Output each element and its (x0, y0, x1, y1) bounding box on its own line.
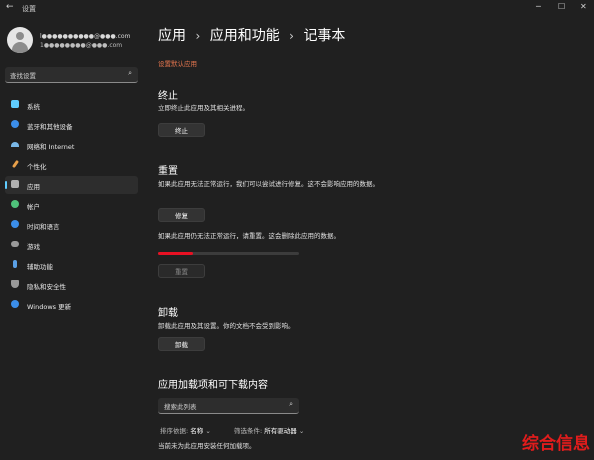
search-icon[interactable]: ⌕ (289, 400, 293, 409)
account-email: 1●●●●●●●●@●●●.com (40, 42, 123, 49)
addons-empty-message: 当前未为此应用安装任何加载项。 (158, 442, 256, 450)
account-name: l●●●●●●●●●●@●●●.com (40, 33, 131, 40)
sort-value: 名称 (190, 427, 204, 435)
sidebar-item-label: 应用 (27, 183, 40, 191)
sidebar-item-bluetooth[interactable]: 蓝牙和其他设备 (5, 116, 138, 134)
sidebar-item-label: 时间和语言 (27, 223, 60, 231)
reset-description: 如果此应用仍无法正常运行，请重置。这会删除此应用的数据。 (158, 232, 340, 240)
terminate-heading: 终止 (158, 91, 178, 102)
window-title: 设置 (22, 5, 36, 13)
avatar[interactable] (7, 27, 33, 53)
breadcrumb: 应用 › 应用和功能 › 记事本 (158, 25, 350, 45)
update-icon (11, 300, 19, 308)
bluetooth-icon (11, 120, 19, 128)
progress-fill (158, 252, 194, 255)
sidebar-item-apps[interactable]: 应用 (5, 176, 138, 194)
breadcrumb-apps-features[interactable]: 应用和功能 (210, 28, 280, 44)
sidebar-item-label: 帐户 (27, 203, 40, 211)
clock-globe-icon (11, 220, 19, 228)
sidebar-item-label: 隐私和安全性 (27, 283, 66, 291)
filter-dropdown[interactable]: 筛选条件: 所有驱动器 ⌄ (234, 425, 304, 435)
sidebar-item-time-language[interactable]: 时间和语言 (5, 216, 138, 234)
watermark: 综合信息 (522, 434, 590, 454)
search-icon[interactable]: ⌕ (128, 69, 132, 78)
breadcrumb-apps[interactable]: 应用 (158, 28, 186, 44)
addons-search-input[interactable]: 搜索此列表 ⌕ (158, 398, 299, 414)
monitor-icon (11, 100, 19, 108)
wifi-icon (11, 142, 19, 147)
chevron-down-icon: ⌄ (298, 427, 305, 435)
addons-heading: 应用加载项和可下载内容 (158, 380, 268, 391)
reset-heading: 重置 (158, 166, 178, 177)
active-indicator (5, 181, 7, 189)
sidebar-item-gaming[interactable]: 游戏 (5, 236, 138, 254)
avatar-head-icon (16, 32, 24, 40)
repair-description: 如果此应用无法正常运行，我们可以尝试进行修复。这不会影响应用的数据。 (158, 180, 379, 188)
sidebar-item-privacy[interactable]: 隐私和安全性 (5, 276, 138, 294)
back-arrow-icon[interactable]: ← (6, 2, 14, 12)
chevron-right-icon: › (289, 29, 294, 43)
accessibility-icon (13, 260, 17, 268)
addons-search-placeholder: 搜索此列表 (164, 403, 197, 411)
sidebar-item-personalization[interactable]: 个性化 (5, 156, 138, 174)
sidebar-item-label: 系统 (27, 103, 40, 111)
terminate-button[interactable]: 终止 (158, 123, 205, 137)
uninstall-button[interactable]: 卸载 (158, 337, 205, 351)
sidebar-item-network[interactable]: 网络和 Internet (5, 136, 138, 154)
apps-icon (11, 180, 19, 188)
avatar-body-icon (12, 42, 28, 53)
minimize-icon[interactable]: ─ (536, 2, 541, 11)
gamepad-icon (11, 241, 19, 247)
maximize-icon[interactable]: ☐ (558, 2, 565, 11)
close-icon[interactable]: ✕ (580, 2, 587, 11)
account-icon (11, 200, 19, 208)
sidebar-item-windows-update[interactable]: Windows 更新 (5, 296, 138, 314)
brush-icon (11, 159, 20, 169)
page-title: 记事本 (303, 28, 346, 44)
settings-search-input[interactable]: 查找设置 ⌕ (5, 67, 138, 83)
chevron-down-icon: ⌄ (205, 427, 211, 435)
uninstall-description: 卸载此应用及其设置。你的文档不会受到影响。 (158, 322, 295, 330)
sidebar-item-accessibility[interactable]: 辅助功能 (5, 256, 138, 274)
uninstall-heading: 卸载 (158, 308, 178, 319)
terminate-description: 立即终止此应用及其相关进程。 (158, 104, 249, 112)
sort-dropdown[interactable]: 排序依据: 名称 ⌄ (160, 425, 211, 435)
sidebar-item-label: 游戏 (27, 243, 40, 251)
sidebar-item-system[interactable]: 系统 (5, 96, 138, 114)
reset-progress-bar (158, 252, 299, 255)
settings-search-placeholder: 查找设置 (10, 72, 36, 80)
filter-label: 筛选条件: (234, 427, 263, 435)
sidebar-item-accounts[interactable]: 帐户 (5, 196, 138, 214)
sidebar-item-label: 网络和 Internet (27, 143, 75, 151)
sidebar-item-label: 辅助功能 (27, 263, 53, 271)
sort-label: 排序依据: (160, 427, 189, 435)
sidebar-item-label: 个性化 (27, 163, 47, 171)
chevron-right-icon: › (195, 29, 201, 43)
reset-button[interactable]: 重置 (158, 264, 205, 278)
filter-value: 所有驱动器 (264, 427, 297, 435)
sidebar-item-label: Windows 更新 (27, 303, 72, 311)
repair-button[interactable]: 修复 (158, 208, 205, 222)
title-bar: ← 设置 ─ ☐ ✕ (0, 0, 594, 16)
default-apps-link[interactable]: 设置默认应用 (158, 58, 197, 68)
sidebar-item-label: 蓝牙和其他设备 (27, 123, 73, 131)
shield-icon (11, 280, 19, 288)
